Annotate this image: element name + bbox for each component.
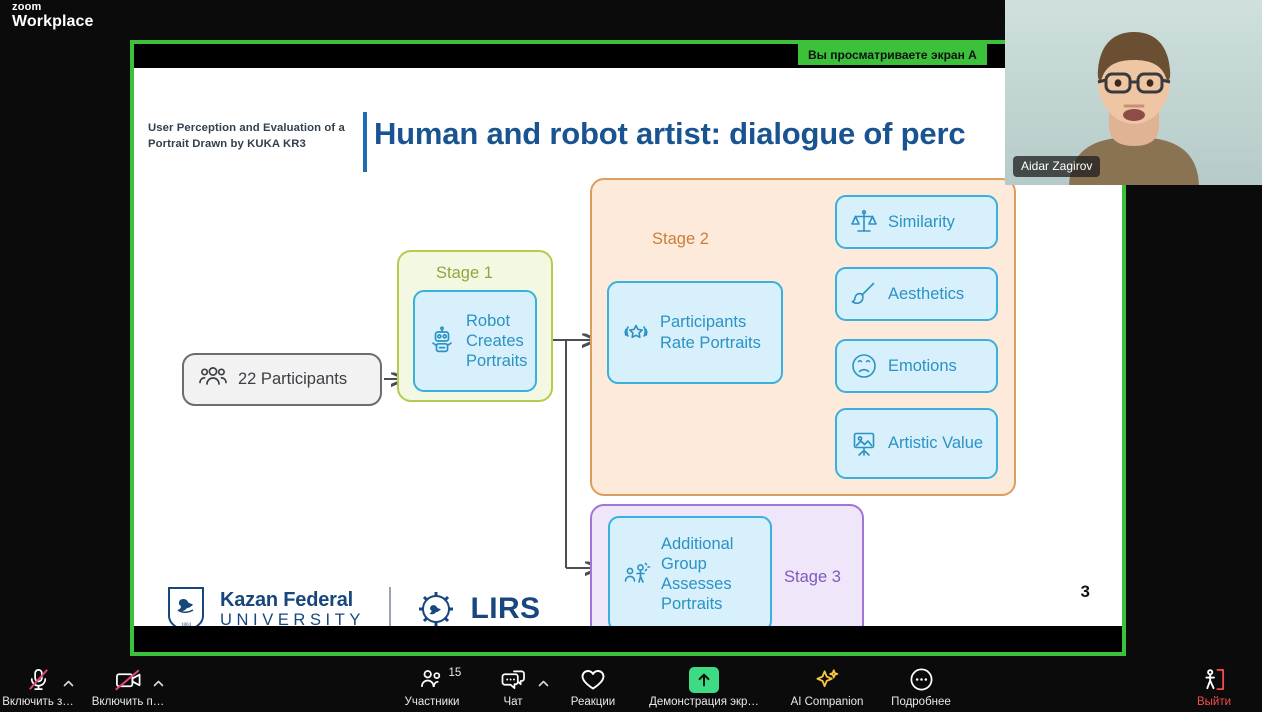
toolbar-label: Чат bbox=[503, 696, 523, 708]
node-additional-group-assesses-portraits: Additional Group Assesses Portraits bbox=[608, 516, 772, 626]
stage-2-label: Stage 2 bbox=[652, 230, 709, 248]
meeting-toolbar: Включить з… Включить п… 15 Участники Чат… bbox=[0, 656, 1262, 712]
node-similarity: Similarity bbox=[835, 195, 998, 249]
zoom-workplace-logo: zoom Workplace bbox=[12, 2, 94, 30]
laurel-star-icon bbox=[621, 318, 651, 348]
toolbar-share-screen-button[interactable]: Демонстрация экр… bbox=[649, 666, 759, 708]
node-emotions: Emotions bbox=[835, 339, 998, 393]
node-label: Aesthetics bbox=[888, 284, 965, 303]
robot-icon bbox=[427, 326, 457, 356]
heart-icon bbox=[580, 666, 606, 693]
toolbar-label: Участники bbox=[404, 696, 460, 708]
sparkle-icon bbox=[814, 666, 841, 693]
node-label: Emotions bbox=[888, 356, 957, 375]
leave-door-icon bbox=[1202, 666, 1227, 693]
participant-video-tile[interactable]: Aidar Zagirov bbox=[1005, 0, 1262, 185]
audio-options-chevron-icon[interactable] bbox=[62, 677, 75, 690]
shared-screen-frame: Вы просматриваете экран А User Perceptio… bbox=[130, 40, 1126, 656]
kfu-line-1: Kazan Federal bbox=[220, 588, 354, 611]
svg-text:1804: 1804 bbox=[181, 623, 192, 626]
node-label: Additional Group Assesses Portraits bbox=[661, 534, 734, 614]
picture-frame-icon bbox=[849, 429, 879, 459]
sad-face-icon bbox=[849, 351, 879, 381]
participant-name-label: Aidar Zagirov bbox=[1013, 156, 1101, 177]
toolbar-more-button[interactable]: Подробнее bbox=[869, 666, 973, 708]
participants-count-badge: 15 bbox=[448, 667, 462, 679]
people-assess-icon bbox=[622, 559, 652, 589]
logo-divider bbox=[389, 587, 391, 626]
brand-workplace: Workplace bbox=[12, 13, 94, 30]
toolbar-label: Выйти bbox=[1196, 696, 1232, 708]
kazan-federal-university-wordmark: Kazan Federal UNIVERSITY bbox=[220, 590, 365, 626]
microphone-muted-icon bbox=[26, 666, 51, 693]
toolbar-leave-button[interactable]: Выйти bbox=[1162, 666, 1262, 708]
screen-share-banner: Вы просматриваете экран А bbox=[798, 44, 987, 65]
kfu-line-2: UNIVERSITY bbox=[220, 610, 366, 626]
zoom-meeting-window: zoom Workplace REC bbox=[0, 0, 1262, 712]
slide-subtitle: User Perception and Evaluation of a Port… bbox=[148, 122, 345, 151]
balance-scale-icon bbox=[849, 207, 879, 237]
toolbar-label: Демонстрация экр… bbox=[649, 696, 759, 708]
node-participants-rate-portraits: Participants Rate Portraits bbox=[607, 281, 783, 384]
paint-brush-icon bbox=[849, 279, 879, 309]
chat-bubble-icon bbox=[500, 666, 527, 693]
title-divider bbox=[363, 112, 367, 172]
node-aesthetics: Aesthetics bbox=[835, 267, 998, 321]
node-label: Robot Creates Portraits bbox=[466, 311, 528, 371]
brand-zoom: zoom bbox=[12, 1, 42, 13]
shared-screen-content: Вы просматриваете экран А User Perceptio… bbox=[134, 44, 1122, 652]
lirs-wordmark: LIRS bbox=[470, 592, 541, 625]
lirs-gear-icon bbox=[415, 588, 457, 626]
node-label: Similarity bbox=[888, 212, 955, 231]
ellipsis-icon bbox=[909, 666, 934, 693]
node-label: Participants Rate Portraits bbox=[660, 313, 761, 352]
share-screen-icon bbox=[689, 666, 719, 693]
slide-page-number: 3 bbox=[1080, 582, 1090, 601]
node-robot-creates-portraits: Robot Creates Portraits bbox=[413, 290, 537, 392]
group-of-people-icon bbox=[198, 362, 228, 397]
participants-start-label: 22 Participants bbox=[238, 370, 348, 388]
toolbar-reactions-button[interactable]: Реакции bbox=[541, 666, 645, 708]
presentation-slide: User Perception and Evaluation of a Port… bbox=[134, 68, 1122, 626]
participants-start-node: 22 Participants bbox=[182, 353, 382, 406]
node-artistic-value: Artistic Value bbox=[835, 408, 998, 479]
toolbar-label: AI Companion bbox=[790, 696, 864, 708]
people-icon: 15 bbox=[419, 666, 461, 693]
stage-1-label: Stage 1 bbox=[436, 264, 493, 282]
toolbar-label: Включить з… bbox=[2, 696, 74, 708]
slide-title: Human and robot artist: dialogue of perc bbox=[374, 116, 966, 151]
camera-muted-icon bbox=[114, 666, 142, 693]
screen-share-banner-text: Вы просматриваете экран А bbox=[808, 47, 977, 62]
stage-3-label: Stage 3 bbox=[784, 568, 841, 586]
node-label: Artistic Value bbox=[888, 434, 984, 453]
toolbar-label: Подробнее bbox=[891, 696, 951, 708]
toolbar-ai-companion-button[interactable]: AI Companion bbox=[775, 666, 879, 708]
video-options-chevron-icon[interactable] bbox=[152, 677, 165, 690]
toolbar-label: Реакции bbox=[570, 696, 616, 708]
slide-logos: 1804 Kazan Federal UNIVERSITY LIRS bbox=[166, 586, 540, 626]
kazan-federal-university-crest-icon: 1804 bbox=[166, 586, 206, 626]
toolbar-label: Включить п… bbox=[91, 696, 165, 708]
